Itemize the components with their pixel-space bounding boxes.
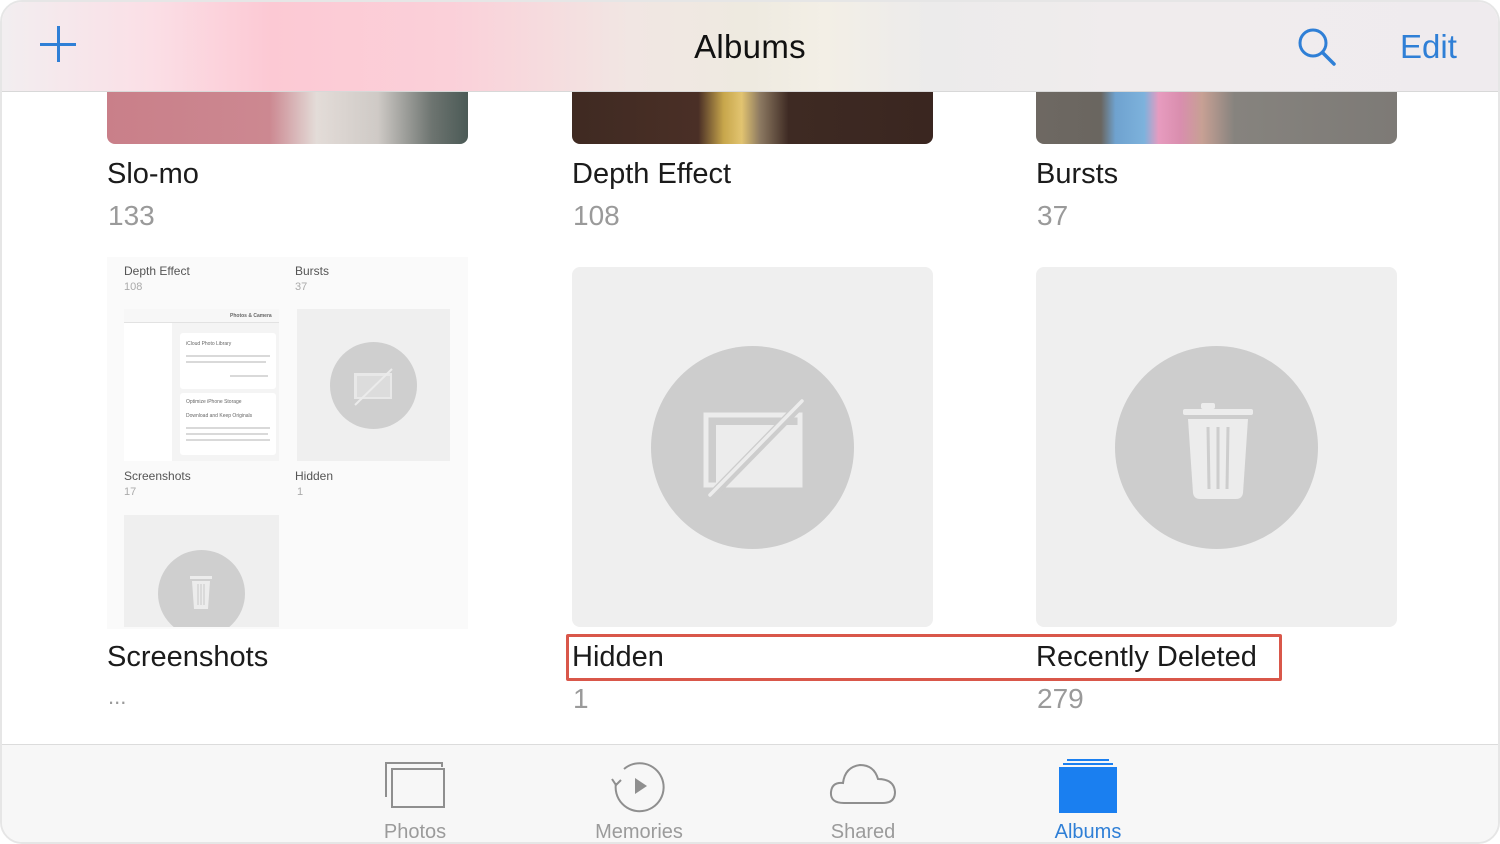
- tab-label: Memories: [595, 821, 683, 843]
- album-title[interactable]: Recently Deleted: [1036, 641, 1257, 674]
- album-thumbnail-recently-deleted[interactable]: [1036, 267, 1397, 627]
- mini-deleted-thumbnail: [124, 515, 279, 627]
- album-thumbnail-hidden[interactable]: [572, 267, 933, 627]
- album-count: 279: [1037, 683, 1084, 714]
- tab-albums[interactable]: Albums: [1013, 745, 1163, 843]
- album-count: 133: [108, 200, 155, 231]
- albums-icon: [1059, 759, 1117, 813]
- album-thumbnail-bursts[interactable]: [1036, 92, 1397, 144]
- search-icon[interactable]: [1296, 26, 1338, 68]
- album-title[interactable]: Bursts: [1036, 158, 1118, 191]
- photos-icon: [385, 762, 445, 808]
- trash-icon: [1183, 403, 1253, 499]
- mini-settings-header: Photos & Camera: [230, 313, 272, 319]
- mini-settings-screenshot: Photos & Camera iCloud Photo Library Opt…: [124, 309, 279, 461]
- mini-album-title: Bursts: [295, 264, 330, 278]
- cloud-icon: [829, 763, 897, 804]
- photos-app-window: Albums Edit Slo-mo 133 Depth Effect 108 …: [0, 0, 1500, 844]
- mini-album-title: Screenshots: [124, 469, 191, 483]
- album-thumbnail-depth-effect[interactable]: [572, 92, 933, 144]
- mini-settings-row: Optimize iPhone Storage: [186, 399, 242, 405]
- mini-settings-row: iCloud Photo Library: [186, 341, 232, 347]
- album-thumbnail-screenshots[interactable]: Depth Effect 108 Bursts 37 Photos & Came…: [107, 257, 468, 629]
- tab-label: Photos: [383, 821, 447, 843]
- tab-memories[interactable]: Memories: [564, 745, 714, 843]
- mini-hidden-thumbnail: [297, 309, 450, 461]
- tab-shared[interactable]: Shared: [788, 745, 938, 843]
- tab-photos[interactable]: Photos: [340, 745, 490, 843]
- mini-album-count: 108: [124, 281, 143, 293]
- edit-button[interactable]: Edit: [1400, 28, 1457, 66]
- album-count: 108: [573, 200, 620, 231]
- album-title[interactable]: Slo-mo: [107, 158, 199, 191]
- album-count: 37: [1037, 200, 1069, 231]
- album-title[interactable]: Depth Effect: [572, 158, 731, 191]
- tab-label: Shared: [830, 821, 896, 843]
- mini-album-title: Depth Effect: [124, 264, 190, 278]
- mini-album-count: 17: [124, 486, 137, 498]
- mini-settings-row: Download and Keep Originals: [186, 413, 253, 419]
- hidden-photo-icon: [703, 397, 808, 499]
- albums-grid: Slo-mo 133 Depth Effect 108 Bursts 37 De…: [2, 92, 1498, 744]
- album-title[interactable]: Hidden: [572, 641, 664, 674]
- album-count: ...: [108, 684, 127, 709]
- page-title: Albums: [694, 28, 806, 65]
- album-count: 1: [573, 683, 589, 714]
- tab-bar: Photos Memories Shared Albums: [2, 744, 1498, 843]
- navigation-bar: Albums Edit: [2, 2, 1498, 92]
- memories-icon: [611, 762, 665, 813]
- mini-album-count: 1: [297, 486, 304, 498]
- tab-label: Albums: [1054, 821, 1122, 843]
- album-title[interactable]: Screenshots: [107, 641, 268, 674]
- mini-album-count: 37: [295, 281, 308, 293]
- mini-album-title: Hidden: [295, 469, 334, 483]
- album-thumbnail-slo-mo[interactable]: [107, 92, 468, 144]
